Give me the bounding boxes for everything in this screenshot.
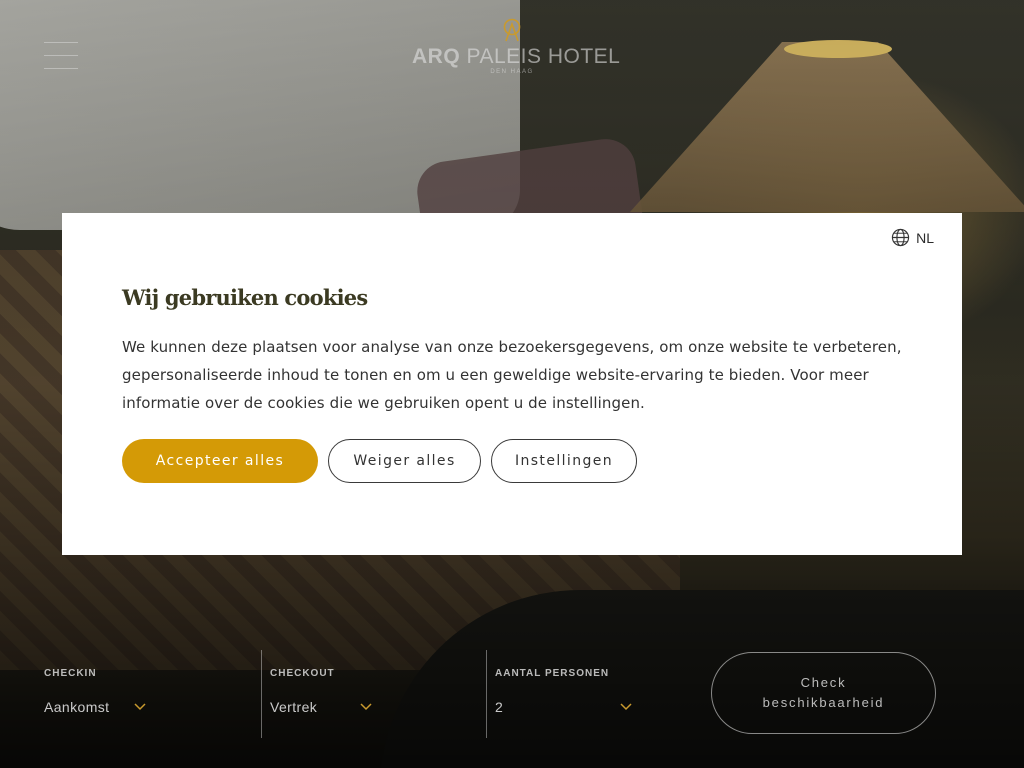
- field-divider: [261, 650, 262, 738]
- checkout-label: CHECKOUT: [270, 668, 335, 679]
- hotel-logo[interactable]: ARQ PALEIS HOTEL DEN HAAG: [412, 18, 621, 75]
- checkin-label: CHECKIN: [44, 668, 97, 679]
- reject-all-button[interactable]: Weiger alles: [328, 439, 481, 483]
- menu-icon-line-middle: [44, 55, 78, 56]
- language-label: NL: [916, 229, 934, 246]
- menu-icon-line-bottom: [44, 68, 78, 69]
- cookie-actions: Accepteer alles Weiger alles Instellinge…: [122, 439, 637, 483]
- chevron-down-icon[interactable]: [620, 701, 632, 711]
- cookie-title: Wij gebruiken cookies: [122, 285, 368, 310]
- menu-button[interactable]: [44, 42, 78, 70]
- cookie-consent-dialog: NL Wij gebruiken cookies We kunnen deze …: [62, 213, 962, 555]
- booking-bar: CHECKIN Aankomst CHECKOUT Vertrek AANTAL…: [0, 650, 1024, 768]
- cookie-description: We kunnen deze plaatsen voor analyse van…: [122, 338, 902, 412]
- checkout-select[interactable]: Vertrek: [270, 699, 317, 715]
- check-availability-label: Check beschikbaarheid: [762, 675, 885, 710]
- accept-all-button[interactable]: Accepteer alles: [122, 439, 318, 483]
- cookie-settings-button[interactable]: Instellingen: [491, 439, 637, 483]
- check-availability-button[interactable]: Check beschikbaarheid: [711, 652, 936, 734]
- field-divider: [486, 650, 487, 738]
- guests-field[interactable]: AANTAL PERSONEN 2: [495, 650, 695, 738]
- checkin-field[interactable]: CHECKIN Aankomst: [44, 650, 244, 738]
- checkin-select[interactable]: Aankomst: [44, 699, 109, 715]
- chevron-down-icon[interactable]: [134, 701, 146, 711]
- guests-select[interactable]: 2: [495, 699, 503, 715]
- chevron-down-icon[interactable]: [360, 701, 372, 711]
- checkout-field[interactable]: CHECKOUT Vertrek: [270, 650, 470, 738]
- guests-label: AANTAL PERSONEN: [495, 668, 610, 679]
- logo-name: ARQ PALEIS HOTEL: [412, 45, 621, 68]
- language-switch[interactable]: NL: [891, 228, 934, 247]
- logo-mark-icon: [503, 18, 521, 42]
- globe-icon: [891, 228, 910, 247]
- menu-icon-line-top: [44, 42, 78, 43]
- logo-subtitle: DEN HAAG: [490, 69, 534, 75]
